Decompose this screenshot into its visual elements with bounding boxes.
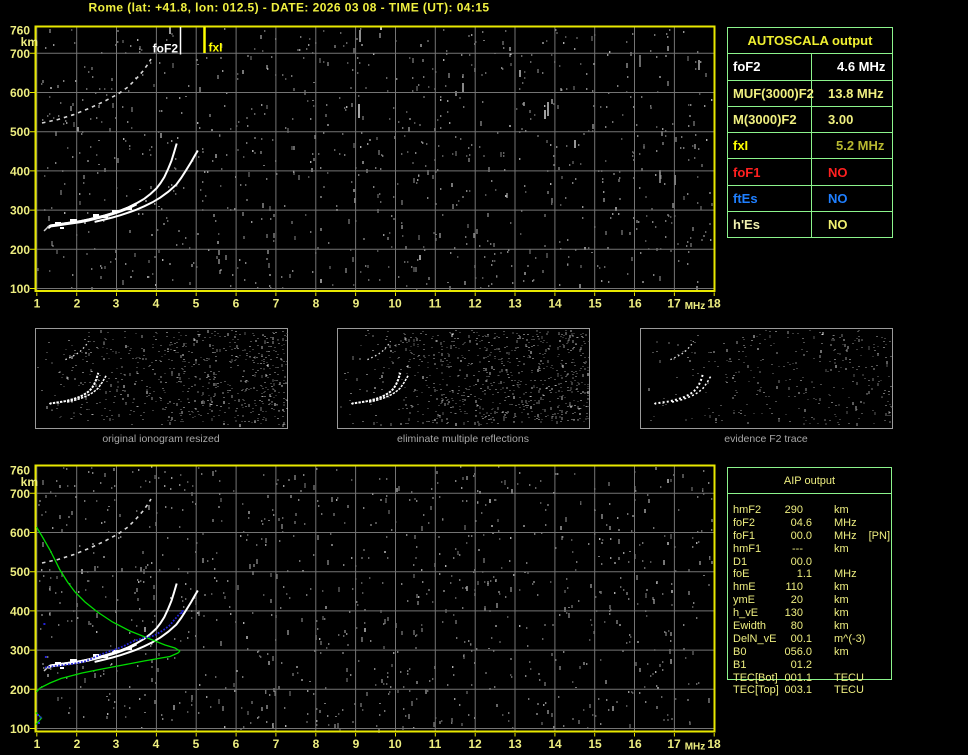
svg-text:original ionogram resized: original ionogram resized: [102, 433, 219, 445]
svg-text:17: 17: [667, 297, 681, 311]
svg-text:4: 4: [153, 297, 160, 311]
svg-text:14: 14: [548, 297, 562, 311]
svg-text:13: 13: [508, 737, 522, 751]
svg-text:700: 700: [10, 47, 30, 61]
svg-text:17: 17: [667, 737, 681, 751]
svg-text:3: 3: [113, 737, 120, 751]
svg-text:14: 14: [548, 737, 562, 751]
svg-text:16: 16: [628, 737, 642, 751]
svg-text:eliminate multiple reflections: eliminate multiple reflections: [397, 433, 529, 445]
svg-text:5: 5: [193, 297, 200, 311]
svg-text:foF2: foF2: [153, 42, 179, 56]
svg-text:7: 7: [273, 297, 280, 311]
svg-text:100: 100: [10, 282, 30, 296]
svg-text:8: 8: [313, 297, 320, 311]
svg-text:11: 11: [429, 297, 442, 311]
svg-text:100: 100: [10, 722, 30, 736]
svg-text:13: 13: [508, 297, 522, 311]
svg-text:200: 200: [10, 243, 30, 257]
svg-text:500: 500: [10, 565, 30, 579]
svg-text:12: 12: [468, 737, 482, 751]
svg-text:7: 7: [273, 737, 280, 751]
svg-text:evidence F2 trace: evidence F2 trace: [724, 433, 808, 445]
svg-text:11: 11: [429, 737, 442, 751]
svg-text:500: 500: [10, 125, 30, 139]
svg-text:18: 18: [707, 297, 721, 311]
svg-text:15: 15: [588, 737, 602, 751]
svg-text:2: 2: [74, 297, 81, 311]
svg-text:600: 600: [10, 526, 30, 540]
svg-text:12: 12: [468, 297, 482, 311]
svg-text:1: 1: [34, 737, 41, 751]
svg-text:3: 3: [113, 297, 120, 311]
svg-text:16: 16: [628, 297, 642, 311]
svg-text:Rome (lat: +41.8, lon: 012.5): Rome (lat: +41.8, lon: 012.5) - DATE: 20…: [88, 1, 489, 15]
svg-text:15: 15: [588, 297, 602, 311]
svg-text:600: 600: [10, 86, 30, 100]
svg-text:MHz: MHz: [685, 742, 706, 753]
svg-text:4: 4: [153, 737, 160, 751]
svg-text:fxI: fxI: [209, 41, 223, 55]
svg-text:5: 5: [193, 737, 200, 751]
svg-text:9: 9: [353, 297, 360, 311]
svg-text:10: 10: [388, 297, 402, 311]
svg-text:400: 400: [10, 604, 30, 618]
svg-text:18: 18: [707, 737, 721, 751]
svg-text:MHz: MHz: [685, 301, 706, 312]
svg-text:200: 200: [10, 683, 30, 697]
svg-text:300: 300: [10, 204, 30, 218]
svg-text:700: 700: [10, 487, 30, 501]
svg-text:6: 6: [233, 297, 240, 311]
svg-text:300: 300: [10, 644, 30, 658]
svg-text:10: 10: [388, 737, 402, 751]
svg-text:9: 9: [353, 737, 360, 751]
svg-text:6: 6: [233, 737, 240, 751]
svg-text:2: 2: [74, 737, 81, 751]
svg-text:400: 400: [10, 164, 30, 178]
svg-text:1: 1: [34, 297, 41, 311]
svg-text:8: 8: [313, 737, 320, 751]
